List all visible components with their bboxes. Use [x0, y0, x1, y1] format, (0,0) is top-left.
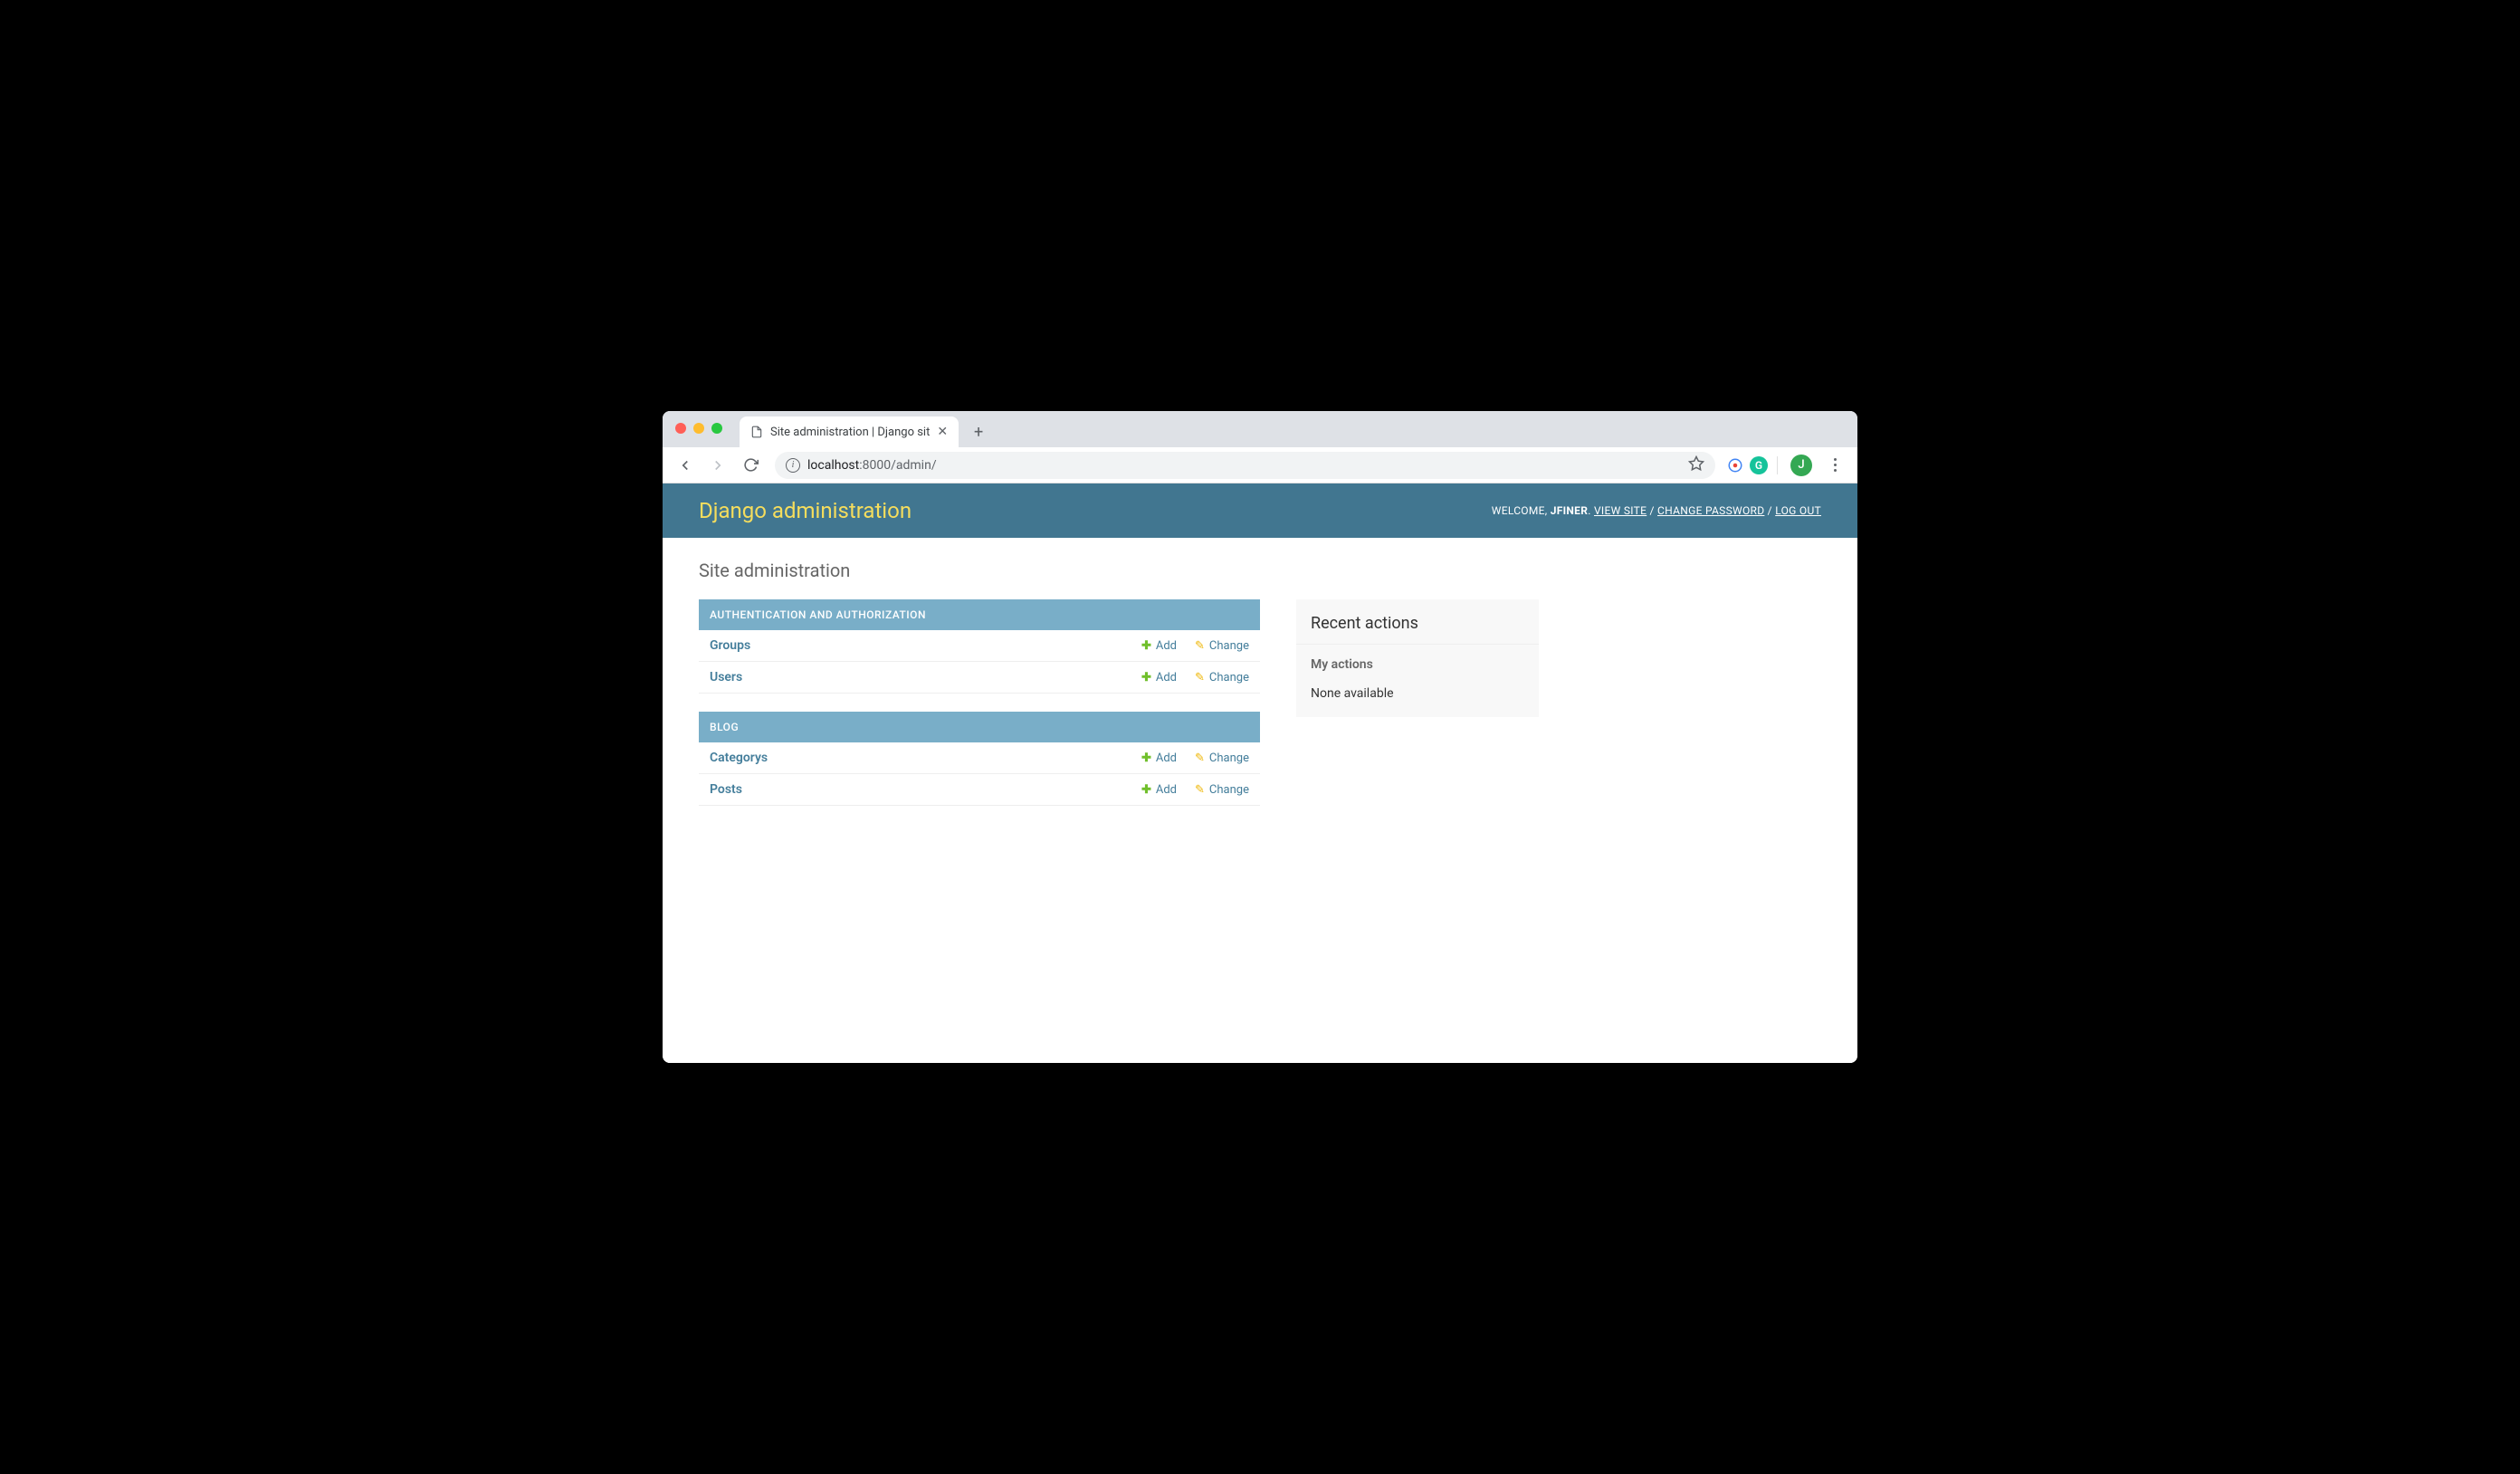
plus-icon: ✚ [1141, 751, 1151, 765]
module-blog: BLOG Categorys ✚ Add ✎ Change Posts [699, 712, 1260, 806]
model-row-categorys: Categorys ✚ Add ✎ Change [699, 742, 1260, 774]
plus-icon: ✚ [1141, 783, 1151, 797]
browser-toolbar: i localhost:8000/admin/ G J [663, 447, 1857, 483]
browser-tab[interactable]: Site administration | Django sit ✕ [740, 416, 959, 447]
action-label: Change [1209, 639, 1249, 653]
model-link-groups[interactable]: Groups [710, 638, 1123, 653]
url-path: :8000/admin/ [859, 458, 936, 473]
site-title[interactable]: Django administration [699, 498, 912, 523]
window-close-button[interactable] [675, 423, 686, 434]
sidebar-subtitle: My actions [1296, 645, 1539, 677]
pencil-icon: ✎ [1195, 639, 1205, 653]
change-password-link[interactable]: CHANGE PASSWORD [1657, 504, 1764, 517]
add-link-categorys[interactable]: ✚ Add [1141, 751, 1177, 765]
module-header[interactable]: BLOG [699, 712, 1260, 742]
modules-column: AUTHENTICATION AND AUTHORIZATION Groups … [699, 599, 1260, 824]
extension-icon[interactable] [1726, 456, 1744, 474]
browser-menu-button[interactable] [1821, 458, 1848, 472]
add-link-posts[interactable]: ✚ Add [1141, 783, 1177, 797]
module-header[interactable]: AUTHENTICATION AND AUTHORIZATION [699, 599, 1260, 630]
sidebar-none-text: None available [1296, 677, 1539, 717]
grammarly-extension-icon[interactable]: G [1750, 456, 1768, 474]
bookmark-star-icon[interactable] [1688, 455, 1704, 475]
window-minimize-button[interactable] [693, 423, 704, 434]
back-button[interactable] [672, 452, 699, 479]
action-label: Add [1156, 671, 1177, 684]
action-label: Add [1156, 639, 1177, 653]
pencil-icon: ✎ [1195, 671, 1205, 684]
model-row-users: Users ✚ Add ✎ Change [699, 662, 1260, 694]
model-link-users[interactable]: Users [710, 670, 1123, 684]
change-link-categorys[interactable]: ✎ Change [1195, 751, 1249, 765]
file-icon [750, 426, 763, 438]
pencil-icon: ✎ [1195, 783, 1205, 797]
log-out-link[interactable]: LOG OUT [1775, 504, 1821, 517]
site-info-icon[interactable]: i [786, 458, 800, 473]
view-site-link[interactable]: VIEW SITE [1594, 504, 1647, 517]
model-row-posts: Posts ✚ Add ✎ Change [699, 774, 1260, 806]
welcome-text: WELCOME, [1492, 504, 1551, 517]
model-link-categorys[interactable]: Categorys [710, 751, 1123, 765]
add-link-users[interactable]: ✚ Add [1141, 671, 1177, 684]
content-area: Site administration AUTHENTICATION AND A… [663, 538, 1857, 1063]
model-row-groups: Groups ✚ Add ✎ Change [699, 630, 1260, 662]
url-host: localhost [807, 458, 859, 473]
tab-bar: Site administration | Django sit ✕ + [663, 411, 1857, 447]
reload-button[interactable] [737, 452, 764, 479]
forward-button[interactable] [704, 452, 731, 479]
recent-actions-sidebar: Recent actions My actions None available [1296, 599, 1539, 717]
module-auth: AUTHENTICATION AND AUTHORIZATION Groups … [699, 599, 1260, 694]
traffic-lights [675, 423, 722, 434]
action-label: Add [1156, 783, 1177, 797]
plus-icon: ✚ [1141, 671, 1151, 684]
model-link-posts[interactable]: Posts [710, 782, 1123, 797]
url-text: localhost:8000/admin/ [807, 458, 937, 473]
django-header: Django administration WELCOME, JFINER. V… [663, 483, 1857, 538]
pencil-icon: ✎ [1195, 751, 1205, 765]
profile-avatar[interactable]: J [1790, 455, 1812, 476]
address-bar[interactable]: i localhost:8000/admin/ [775, 452, 1715, 479]
change-link-users[interactable]: ✎ Change [1195, 671, 1249, 684]
action-label: Change [1209, 751, 1249, 765]
user-tools: WELCOME, JFINER. VIEW SITE / CHANGE PASS… [1492, 504, 1821, 517]
page-heading: Site administration [699, 560, 1821, 581]
username: JFINER [1551, 504, 1589, 517]
tab-close-icon[interactable]: ✕ [937, 425, 948, 439]
change-link-groups[interactable]: ✎ Change [1195, 639, 1249, 653]
new-tab-button[interactable]: + [966, 419, 991, 445]
main-layout: AUTHENTICATION AND AUTHORIZATION Groups … [699, 599, 1821, 824]
tab-title: Site administration | Django sit [770, 426, 930, 439]
plus-icon: ✚ [1141, 639, 1151, 653]
toolbar-separator [1777, 456, 1778, 474]
change-link-posts[interactable]: ✎ Change [1195, 783, 1249, 797]
browser-window: Site administration | Django sit ✕ + i l… [663, 411, 1857, 1063]
action-label: Add [1156, 751, 1177, 765]
sidebar-title: Recent actions [1296, 599, 1539, 645]
action-label: Change [1209, 671, 1249, 684]
add-link-groups[interactable]: ✚ Add [1141, 639, 1177, 653]
action-label: Change [1209, 783, 1249, 797]
window-maximize-button[interactable] [711, 423, 722, 434]
